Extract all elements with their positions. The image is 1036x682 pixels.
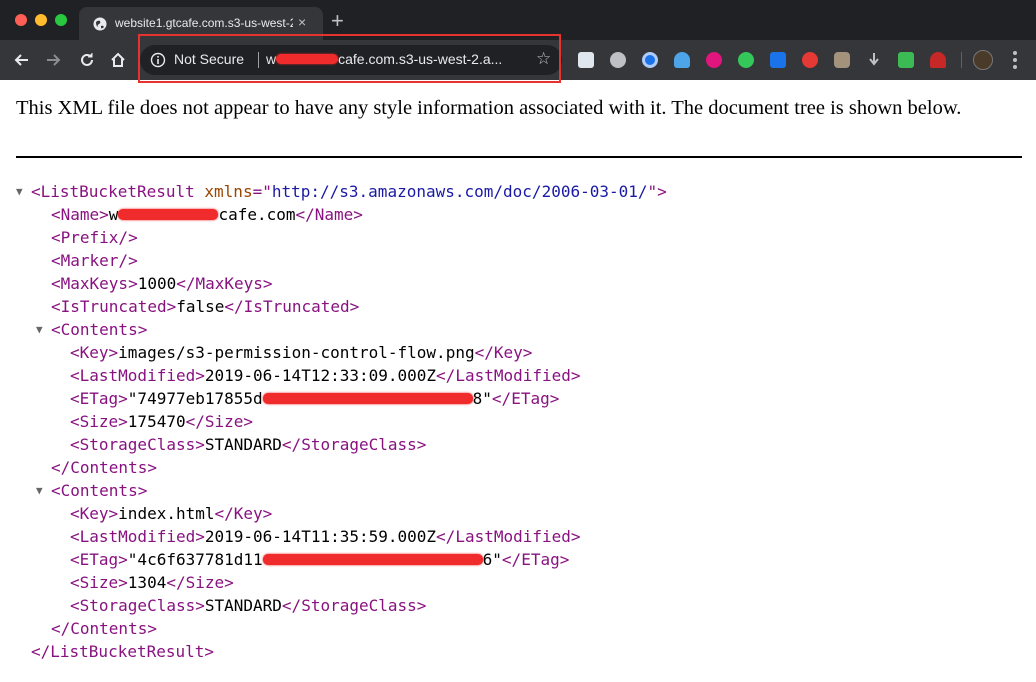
collapse-toggle-icon[interactable]: ▼ — [36, 479, 43, 502]
umbrella-icon[interactable] — [930, 52, 946, 68]
root-close-line: </ListBucketResult> — [31, 642, 215, 661]
reload-icon — [81, 53, 93, 66]
extension-icon-9[interactable] — [834, 52, 850, 68]
highlight-annotation-box — [138, 34, 561, 83]
extension-icon-6[interactable] — [738, 52, 754, 68]
xml-style-notice: This XML file does not appear to have an… — [16, 97, 962, 119]
name-line: <Name>w cafe.com</Name> — [51, 205, 363, 224]
marker-line: <Marker/> — [51, 251, 138, 270]
extension-icon-11[interactable] — [898, 52, 914, 68]
horizontal-rule — [16, 156, 1022, 158]
storageclass-line: <StorageClass>STANDARD</StorageClass> — [70, 435, 427, 454]
collapse-toggle-icon[interactable]: ▼ — [16, 180, 23, 203]
toolbar-divider — [961, 52, 962, 68]
reload-button[interactable] — [75, 48, 99, 72]
extension-icon-1[interactable] — [578, 52, 594, 68]
download-icon[interactable] — [866, 52, 882, 68]
extension-icon-2[interactable] — [610, 52, 626, 68]
profile-avatar[interactable] — [973, 50, 993, 70]
extension-icon-7[interactable] — [770, 52, 786, 68]
contents-close-line: </Contents> — [51, 619, 157, 638]
record-icon[interactable] — [802, 52, 818, 68]
key-line: <Key>images/s3-permission-control-flow.p… — [70, 343, 533, 362]
etag-line: <ETag>"74977eb17855d 8"</ETag> — [70, 389, 560, 408]
redaction-mark — [262, 392, 473, 404]
redaction-mark — [262, 553, 483, 565]
extension-icon-5[interactable] — [706, 52, 722, 68]
home-button[interactable] — [106, 48, 130, 72]
istruncated-line: <IsTruncated>false</IsTruncated> — [51, 297, 360, 316]
maxkeys-line: <MaxKeys>1000</MaxKeys> — [51, 274, 273, 293]
lastmodified-line: <LastModified>2019-06-14T12:33:09.000Z</… — [70, 366, 581, 385]
size-line: <Size>175470</Size> — [70, 412, 254, 431]
contents-open-line: <Contents> — [51, 481, 148, 500]
maximize-window-button[interactable] — [55, 14, 67, 26]
minimize-window-button[interactable] — [35, 14, 47, 26]
globe-icon — [93, 17, 107, 31]
tab-close-button[interactable]: × — [298, 14, 306, 30]
extension-icon-3[interactable] — [642, 52, 658, 68]
lastmodified-line: <LastModified>2019-06-14T11:35:59.000Z</… — [70, 527, 581, 546]
new-tab-button[interactable]: + — [331, 10, 344, 32]
storageclass-line: <StorageClass>STANDARD</StorageClass> — [70, 596, 427, 615]
back-arrow-icon — [14, 54, 28, 66]
forward-arrow-icon — [47, 54, 61, 66]
redaction-mark — [118, 208, 219, 220]
forward-button[interactable] — [42, 48, 66, 72]
tab-title: website1.gtcafe.com.s3-us-west-2.amazona… — [115, 16, 293, 30]
home-icon — [111, 52, 125, 67]
root-open-line: <ListBucketResult xmlns="http://s3.amazo… — [31, 182, 667, 201]
size-line: <Size>1304</Size> — [70, 573, 234, 592]
download-arrow-icon — [869, 53, 879, 66]
contents-close-line: </Contents> — [51, 458, 157, 477]
etag-line: <ETag>"4c6f637781d11 6"</ETag> — [70, 550, 570, 569]
prefix-line: <Prefix/> — [51, 228, 138, 247]
kebab-menu-icon[interactable] — [1013, 51, 1017, 69]
close-window-button[interactable] — [15, 14, 27, 26]
back-button[interactable] — [9, 48, 33, 72]
cloud-icon[interactable] — [674, 52, 690, 68]
key-line: <Key>index.html</Key> — [70, 504, 273, 523]
contents-open-line: <Contents> — [51, 320, 148, 339]
collapse-toggle-icon[interactable]: ▼ — [36, 318, 43, 341]
